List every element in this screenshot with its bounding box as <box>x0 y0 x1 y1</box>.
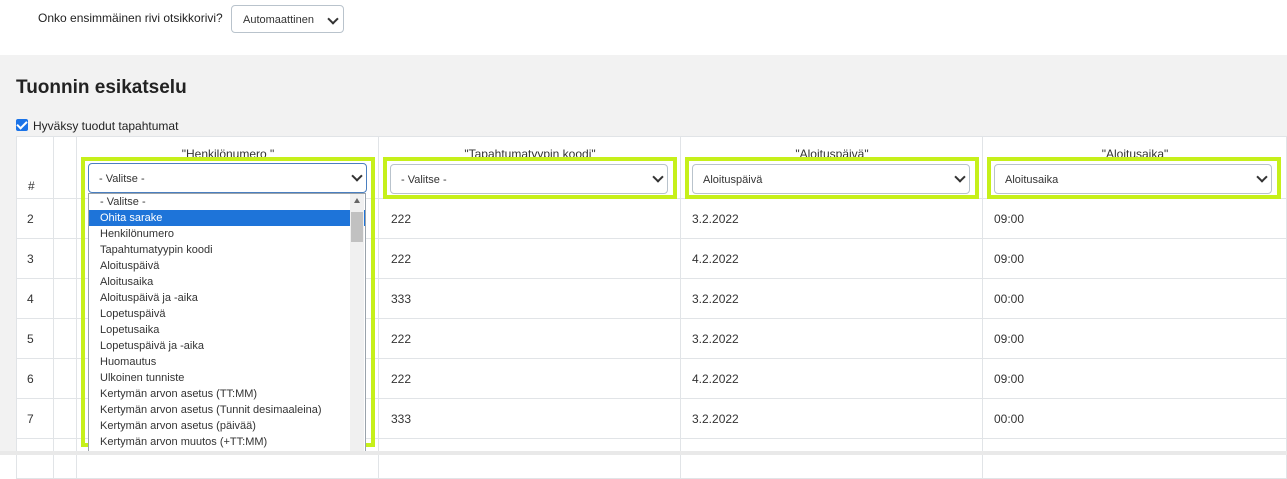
bottom-shadow <box>0 451 1287 455</box>
dropdown-option[interactable]: Aloitusaika <box>89 274 365 290</box>
event-type-code-value: 222 <box>391 372 412 386</box>
data-cell <box>379 279 681 319</box>
dropdown-option[interactable]: Ohita sarake <box>89 210 365 226</box>
column-mapping-select-tapahtumatyypin-koodi[interactable]: - Valitse - <box>390 164 668 194</box>
dropdown-option[interactable]: Henkilönumero <box>89 226 365 242</box>
data-cell <box>983 439 1287 479</box>
data-cell <box>379 199 681 239</box>
row-number-cell <box>16 359 54 399</box>
approve-events-label: Hyväksy tuodut tapahtumat <box>33 119 179 133</box>
column-mapping-select-aloituspaiva[interactable]: Aloituspäivä <box>692 164 970 194</box>
header-row-question: Onko ensimmäinen rivi otsikkorivi? <box>38 11 223 25</box>
event-type-code-value: 222 <box>391 212 412 226</box>
chevron-down-icon <box>954 171 966 183</box>
data-cell <box>983 279 1287 319</box>
data-cell <box>983 199 1287 239</box>
blank-cell <box>54 399 77 439</box>
event-type-code-value: 222 <box>391 332 412 346</box>
event-type-code-value: 222 <box>391 252 412 266</box>
dropdown-option[interactable]: Ulkoinen tunniste <box>89 370 365 386</box>
dropdown-option[interactable]: Kertymän arvon asetus (TT:MM) <box>89 386 365 402</box>
dropdown-option[interactable]: Kertymän arvon asetus (päivää) <box>89 418 365 434</box>
chevron-down-icon <box>327 13 339 25</box>
event-type-code-value: 333 <box>391 292 412 306</box>
blank-cell <box>54 239 77 279</box>
header-row-select[interactable]: Automaattinen <box>231 5 344 33</box>
row-number-cell <box>16 279 54 319</box>
approve-events-checkbox[interactable] <box>16 119 28 131</box>
dropdown-option[interactable]: Tapahtumatyypin koodi <box>89 242 365 258</box>
dropdown-scrollbar-thumb[interactable] <box>351 212 363 242</box>
start-time-value: 09:00 <box>994 332 1025 346</box>
row-number: 3 <box>27 252 34 266</box>
blank-cell <box>54 439 77 479</box>
blank-cell <box>54 359 77 399</box>
header-row-select-value: Automaattinen <box>243 14 314 26</box>
row-number-cell <box>16 439 54 479</box>
dropdown-option[interactable]: Kertymän arvon asetus (Tunnit desimaalei… <box>89 402 365 418</box>
data-cell <box>681 439 983 479</box>
dropdown-option[interactable]: Kertymän arvon muutos (+TT:MM) <box>89 434 365 450</box>
start-date-value: 3.2.2022 <box>692 212 739 226</box>
dropdown-option[interactable]: Aloituspäivä <box>89 258 365 274</box>
row-number-cell <box>16 199 54 239</box>
row-number-cell <box>16 239 54 279</box>
start-date-value: 3.2.2022 <box>692 332 739 346</box>
page-title: Tuonnin esikatselu <box>16 77 187 98</box>
row-number: 7 <box>27 412 34 426</box>
blank-cell <box>54 279 77 319</box>
chevron-down-icon <box>351 170 363 182</box>
row-number: 5 <box>27 332 34 346</box>
dropdown-option[interactable]: Aloituspäivä ja -aika <box>89 290 365 306</box>
start-time-value: 00:00 <box>994 412 1025 426</box>
start-time-value: 09:00 <box>994 212 1025 226</box>
blank-cell <box>54 199 77 239</box>
start-time-value: 00:00 <box>994 292 1025 306</box>
data-cell <box>983 239 1287 279</box>
data-cell <box>379 319 681 359</box>
import-settings-bar: Onko ensimmäinen rivi otsikkorivi? Autom… <box>0 0 1287 55</box>
row-number: 6 <box>27 372 34 386</box>
row-number-header-cell: # <box>16 136 54 199</box>
row-number: 2 <box>27 212 34 226</box>
row-number: 4 <box>27 292 34 306</box>
column-mapping-select-aloitusaika[interactable]: Aloitusaika <box>994 164 1272 194</box>
row-number-cell <box>16 319 54 359</box>
dropdown-option[interactable]: Huomautus <box>89 354 365 370</box>
chevron-down-icon <box>652 171 664 183</box>
select-value: Aloituspäivä <box>703 174 763 186</box>
dropdown-option[interactable]: Lopetuspäivä ja -aika <box>89 338 365 354</box>
row-number-cell <box>16 399 54 439</box>
start-time-value: 09:00 <box>994 372 1025 386</box>
select-value: - Valitse - <box>99 173 145 185</box>
blank-cell <box>54 319 77 359</box>
data-cell <box>379 399 681 439</box>
blank-header-cell <box>54 136 77 199</box>
data-cell <box>983 359 1287 399</box>
dropdown-option[interactable]: Lopetuspäivä <box>89 306 365 322</box>
event-type-code-value: 333 <box>391 412 412 426</box>
dropdown-option[interactable]: - Valitse - <box>89 194 365 210</box>
start-date-value: 3.2.2022 <box>692 412 739 426</box>
data-cell <box>379 239 681 279</box>
dropdown-option[interactable]: Lopetusaika <box>89 322 365 338</box>
data-cell <box>379 439 681 479</box>
chevron-down-icon <box>1256 171 1268 183</box>
select-value: - Valitse - <box>401 174 447 186</box>
row-number-header: # <box>28 179 35 193</box>
start-date-value: 4.2.2022 <box>692 372 739 386</box>
data-cell <box>983 399 1287 439</box>
start-date-value: 4.2.2022 <box>692 252 739 266</box>
column-mapping-dropdown-list: - Valitse - Ohita sarake Henkilönumero Tapa… <box>88 193 366 453</box>
data-cell <box>379 359 681 399</box>
column-mapping-select-henkilonumero[interactable]: - Valitse - <box>88 163 367 193</box>
scroll-up-icon[interactable] <box>354 198 360 203</box>
start-time-value: 09:00 <box>994 252 1025 266</box>
data-cell <box>983 319 1287 359</box>
start-date-value: 3.2.2022 <box>692 292 739 306</box>
select-value: Aloitusaika <box>1005 174 1059 186</box>
